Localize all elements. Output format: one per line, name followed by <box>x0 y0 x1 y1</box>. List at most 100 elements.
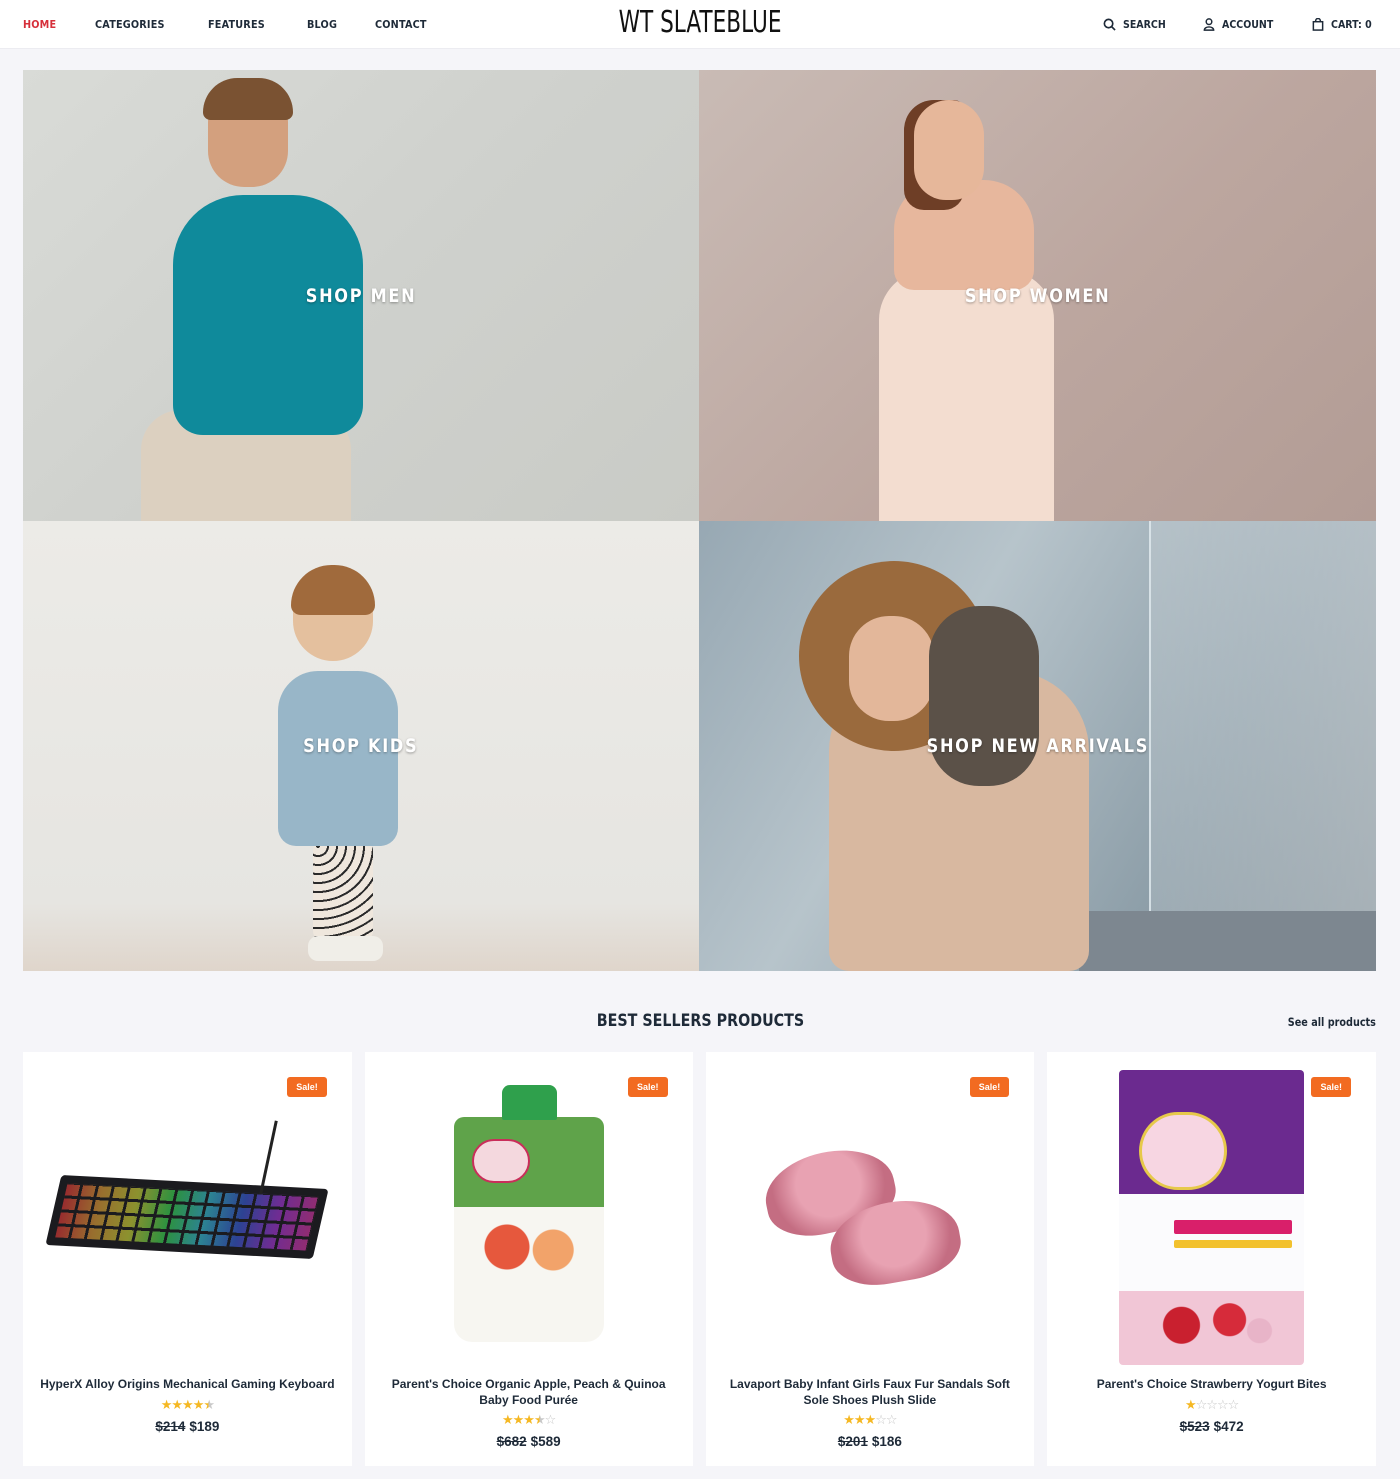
sale-price: $472 <box>1213 1418 1244 1434</box>
banner-caption: SHOP KIDS <box>303 735 419 757</box>
rating-stars: ★★★☆☆ <box>706 1412 1035 1428</box>
railing <box>1079 911 1376 971</box>
keyboard-body <box>45 1174 329 1260</box>
shopping-bag-icon <box>1312 18 1324 31</box>
product-image[interactable] <box>706 1072 1035 1362</box>
pouch-cap <box>501 1084 557 1120</box>
women-figure-dress <box>879 270 1054 521</box>
star-icon: ☆ <box>1206 1396 1218 1412</box>
sale-price: $186 <box>871 1434 902 1449</box>
product-card[interactable]: Sale! Parent's Choice Strawberry Yogurt … <box>1047 1052 1376 1466</box>
main-nav: HOME CATEGORIES FEATURES BLOG CONTACT <box>23 0 468 49</box>
search-button[interactable]: SEARCH <box>1103 18 1173 31</box>
nav-categories[interactable]: CATEGORIES <box>95 18 165 31</box>
old-price: $214 <box>155 1418 186 1434</box>
star-icon: ★ <box>512 1412 525 1427</box>
star-icon: ★ <box>160 1396 173 1412</box>
sale-badge: Sale! <box>969 1077 1010 1097</box>
sale-price: $589 <box>530 1434 561 1449</box>
star-icon: ☆ <box>544 1412 557 1427</box>
woman-figure-face <box>849 616 934 721</box>
product-name[interactable]: Parent's Choice Organic Apple, Peach & Q… <box>380 1377 678 1408</box>
bag-label-secondary <box>1174 1239 1293 1248</box>
old-price: $201 <box>837 1434 868 1449</box>
user-icon <box>1203 18 1215 31</box>
banner-caption: SHOP MEN <box>305 284 417 307</box>
keyboard-cable <box>259 1120 279 1195</box>
star-icon: ★ <box>864 1412 877 1427</box>
star-icon: ★ <box>853 1412 866 1427</box>
nav-blog[interactable]: BLOG <box>307 18 337 31</box>
banner-caption: SHOP WOMEN <box>964 284 1111 307</box>
star-icon: ★ <box>171 1396 183 1412</box>
star-icon: ★ <box>523 1412 535 1427</box>
cart-button[interactable]: CART: 0 <box>1312 18 1378 31</box>
site-header: HOME CATEGORIES FEATURES BLOG CONTACT WT… <box>0 0 1400 49</box>
old-price: $523 <box>1179 1418 1210 1434</box>
nav-contact[interactable]: CONTACT <box>375 18 427 31</box>
rating-stars: ★★★★☆ <box>365 1412 693 1428</box>
star-icon: ☆ <box>885 1412 898 1427</box>
product-card[interactable]: Sale! Parent's Choice Organic Apple, Pea… <box>364 1052 693 1466</box>
kid-figure-body <box>278 671 398 846</box>
star-icon: ★ <box>182 1396 194 1412</box>
star-icon: ★ <box>843 1412 855 1427</box>
kid-figure-shoes <box>308 936 383 961</box>
nav-features[interactable]: FEATURES <box>208 18 265 31</box>
star-icon: ☆ <box>1227 1396 1240 1412</box>
product-image[interactable] <box>1047 1069 1376 1365</box>
pouch-fruit <box>473 1216 584 1277</box>
star-icon: ☆ <box>1195 1396 1208 1412</box>
product-grid: Sale! HyperX Alloy Origins Mechanical Ga… <box>23 1052 1376 1466</box>
category-banners: SHOP MEN SHOP WOMEN SHOP KIDS SHOP NEW A… <box>23 70 1376 971</box>
product-price: $214 $189 <box>23 1419 352 1434</box>
section-title-wrap: BEST SELLERS PRODUCTS <box>0 1011 1400 1031</box>
glass-panel <box>1149 521 1376 971</box>
bag-logo <box>1139 1111 1228 1190</box>
product-image[interactable] <box>365 1072 693 1362</box>
bag-label <box>1174 1219 1293 1234</box>
see-all-products-link[interactable]: See all products <box>1288 1015 1376 1029</box>
men-figure-shirt <box>173 195 363 435</box>
product-name[interactable]: HyperX Alloy Origins Mechanical Gaming K… <box>38 1377 337 1393</box>
keyboard-image <box>45 1120 329 1260</box>
product-price: $682 $589 <box>365 1434 693 1449</box>
bag-strawberries <box>1149 1294 1280 1350</box>
banner-shop-new-arrivals[interactable]: SHOP NEW ARRIVALS <box>699 521 1376 971</box>
product-image[interactable] <box>23 1072 352 1362</box>
rating-stars: ★☆☆☆☆ <box>1047 1397 1376 1413</box>
yogurt-bites-bag-image <box>1119 1069 1305 1365</box>
product-card[interactable]: Sale! HyperX Alloy Origins Mechanical Ga… <box>23 1052 352 1466</box>
old-price: $682 <box>496 1434 527 1449</box>
banner-shop-kids[interactable]: SHOP KIDS <box>23 521 699 971</box>
star-icon: ★ <box>203 1396 215 1412</box>
product-card[interactable]: Sale! Lavaport Baby Infant Girls Faux Fu… <box>705 1052 1035 1466</box>
star-icon: ★ <box>192 1396 205 1412</box>
banner-shop-women[interactable]: SHOP WOMEN <box>699 70 1376 521</box>
rating-stars: ★★★★★ <box>23 1397 352 1413</box>
banner-caption: SHOP NEW ARRIVALS <box>926 735 1149 757</box>
star-icon: ★ <box>1184 1396 1197 1412</box>
sale-badge: Sale! <box>287 1077 327 1097</box>
men-figure-hair <box>203 78 293 120</box>
site-logo[interactable]: WT SLATEBLUE <box>619 5 782 40</box>
sale-price: $189 <box>189 1418 220 1434</box>
product-price: $523 $472 <box>1047 1419 1376 1434</box>
sale-badge: Sale! <box>627 1077 668 1097</box>
product-name[interactable]: Lavaport Baby Infant Girls Faux Fur Sand… <box>721 1377 1020 1408</box>
account-button[interactable]: ACCOUNT <box>1203 18 1282 31</box>
banner-shop-men[interactable]: SHOP MEN <box>23 70 699 521</box>
star-icon: ★ <box>501 1412 514 1427</box>
women-figure-head <box>914 100 984 200</box>
search-label: SEARCH <box>1123 18 1167 31</box>
account-label: ACCOUNT <box>1221 18 1274 31</box>
nav-home[interactable]: HOME <box>23 18 56 31</box>
baby-food-pouch-image <box>453 1084 604 1342</box>
star-icon: ☆ <box>875 1412 887 1427</box>
product-name[interactable]: Parent's Choice Strawberry Yogurt Bites <box>1062 1377 1361 1393</box>
section-title: BEST SELLERS PRODUCTS <box>596 1011 804 1031</box>
kid-figure-hair <box>291 565 375 615</box>
dog-figure <box>929 606 1039 786</box>
sale-badge: Sale! <box>1311 1077 1351 1097</box>
sandals-image <box>757 1139 975 1293</box>
